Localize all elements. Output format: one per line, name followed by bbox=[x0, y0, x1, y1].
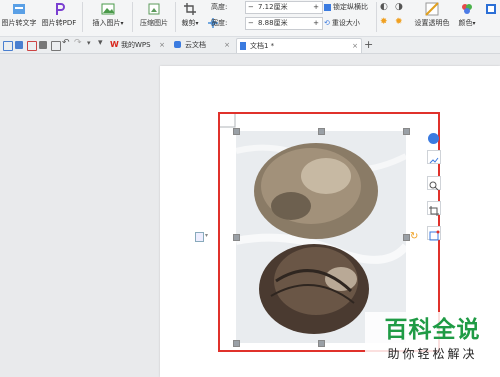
tab-document1[interactable]: 文档1 * × bbox=[236, 38, 362, 53]
zoom-in-icon[interactable] bbox=[427, 176, 441, 191]
picture-tools-ribbon: 图片转文字 图片转PDF 插入图片▾ 压缩图片 裁剪▾ 高度: − 7.12厘米… bbox=[0, 0, 500, 37]
width-input[interactable]: 8.88厘米 bbox=[258, 18, 288, 29]
ribbon-separator bbox=[82, 2, 83, 32]
wps-logo-icon: W bbox=[110, 40, 119, 49]
effects-icon bbox=[486, 4, 496, 14]
undo-icon[interactable]: ↶ bbox=[62, 38, 70, 48]
height-input[interactable]: 7.12厘米 bbox=[258, 2, 288, 13]
width-label: 宽度: bbox=[211, 19, 228, 27]
tab-cloud-docs[interactable]: 云文档 × bbox=[171, 38, 233, 52]
insert-picture-label: 插入图片 bbox=[92, 19, 121, 27]
palette-icon bbox=[462, 4, 472, 14]
contrast-icon[interactable]: ◐ bbox=[380, 2, 388, 12]
tab-label: 云文档 bbox=[185, 41, 206, 49]
height-stepper[interactable]: − 7.12厘米 + bbox=[245, 1, 323, 14]
pic-to-pdf-label: 图片转PDF bbox=[41, 19, 77, 27]
pic-to-text-label: 图片转文字 bbox=[1, 19, 37, 27]
crop-label: 裁剪 bbox=[181, 19, 196, 27]
watermark-subtitle: 助你轻松解决 bbox=[387, 347, 478, 361]
ribbon-separator bbox=[132, 2, 133, 32]
transparent-color-icon bbox=[425, 2, 439, 16]
height-label: 高度: bbox=[211, 3, 228, 11]
tab-list-chevron-icon[interactable]: ▾ bbox=[98, 38, 103, 48]
close-tab-icon[interactable]: × bbox=[159, 38, 165, 52]
color-label: 颜色 bbox=[458, 19, 473, 27]
picture-icon bbox=[101, 3, 115, 15]
layout-options-icon[interactable] bbox=[427, 150, 441, 164]
compress-icon bbox=[148, 3, 160, 15]
brightness-icon[interactable]: ✸ bbox=[380, 17, 388, 27]
crop-tool-icon[interactable] bbox=[427, 201, 441, 216]
baike-watermark: 百科全说 助你轻松解决 bbox=[365, 312, 500, 377]
height-minus-button[interactable]: − bbox=[248, 2, 254, 13]
width-row: 宽度: bbox=[211, 17, 227, 30]
watermark-title: 百科全说 bbox=[384, 317, 481, 343]
height-plus-button[interactable]: + bbox=[313, 2, 319, 13]
crop-icon bbox=[184, 3, 196, 15]
reset-size-button[interactable]: ⟲ 重设大小 bbox=[324, 17, 360, 30]
width-stepper[interactable]: − 8.88厘米 + bbox=[245, 17, 323, 30]
pdf-p-icon bbox=[56, 3, 65, 15]
compress-picture-label: 压缩图片 bbox=[140, 19, 168, 27]
ribbon-separator bbox=[175, 2, 176, 32]
compress-picture-button[interactable]: 压缩图片 bbox=[136, 0, 172, 34]
insert-picture-button[interactable]: 插入图片▾ bbox=[86, 0, 130, 34]
export-pdf-icon[interactable] bbox=[27, 41, 37, 51]
image-text-icon bbox=[13, 4, 25, 14]
document-tab-bar: ↶ ↷ ▾ ▾ W 我的WPS × 云文档 × 文档1 * × + bbox=[0, 37, 500, 54]
checkbox-checked-icon bbox=[324, 3, 331, 11]
height-row: 高度: bbox=[211, 1, 227, 14]
collapse-toolbar-icon[interactable] bbox=[428, 133, 439, 144]
contrast-down-icon[interactable]: ◑ bbox=[395, 2, 403, 12]
lock-ratio-label: 锁定纵横比 bbox=[333, 3, 368, 11]
reset-icon: ⟲ bbox=[324, 19, 330, 27]
paragraph-handle-icon[interactable] bbox=[195, 232, 204, 242]
quick-access-dropdown-icon[interactable]: ▾ bbox=[87, 39, 91, 47]
lock-ratio-checkbox[interactable]: 锁定纵横比 bbox=[324, 1, 368, 14]
new-tab-button[interactable]: + bbox=[364, 37, 373, 52]
word-doc-icon bbox=[240, 42, 246, 50]
paragraph-dropdown-icon[interactable]: ▾ bbox=[205, 232, 208, 239]
set-transparent-button[interactable]: 设置透明色 bbox=[410, 0, 454, 34]
redo-icon[interactable]: ↷ bbox=[74, 38, 82, 48]
print-preview-icon[interactable] bbox=[51, 41, 61, 51]
image-effects-icon[interactable] bbox=[427, 226, 441, 241]
close-tab-icon[interactable]: × bbox=[352, 39, 358, 53]
crop-button[interactable]: 裁剪▾ bbox=[178, 0, 202, 34]
tab-my-wps[interactable]: W 我的WPS × bbox=[108, 38, 168, 52]
reset-size-label: 重设大小 bbox=[331, 19, 360, 27]
tab-label: 我的WPS bbox=[121, 41, 151, 49]
width-minus-button[interactable]: − bbox=[248, 18, 254, 29]
save-icon[interactable] bbox=[15, 41, 23, 49]
ribbon-separator bbox=[376, 2, 377, 32]
color-button[interactable]: 颜色▾ bbox=[454, 0, 480, 34]
close-tab-icon[interactable]: × bbox=[224, 38, 230, 52]
more-effects-button[interactable] bbox=[482, 0, 500, 34]
new-doc-icon[interactable] bbox=[3, 41, 13, 51]
cloud-doc-icon bbox=[174, 41, 181, 48]
pic-to-pdf-button[interactable]: 图片转PDF bbox=[38, 0, 80, 34]
set-transparent-label: 设置透明色 bbox=[414, 19, 450, 27]
width-plus-button[interactable]: + bbox=[313, 18, 319, 29]
pic-to-text-button[interactable]: 图片转文字 bbox=[0, 0, 38, 34]
print-icon[interactable] bbox=[39, 41, 47, 49]
tab-label: 文档1 * bbox=[250, 42, 275, 50]
brightness-down-icon[interactable]: ✹ bbox=[395, 17, 403, 27]
